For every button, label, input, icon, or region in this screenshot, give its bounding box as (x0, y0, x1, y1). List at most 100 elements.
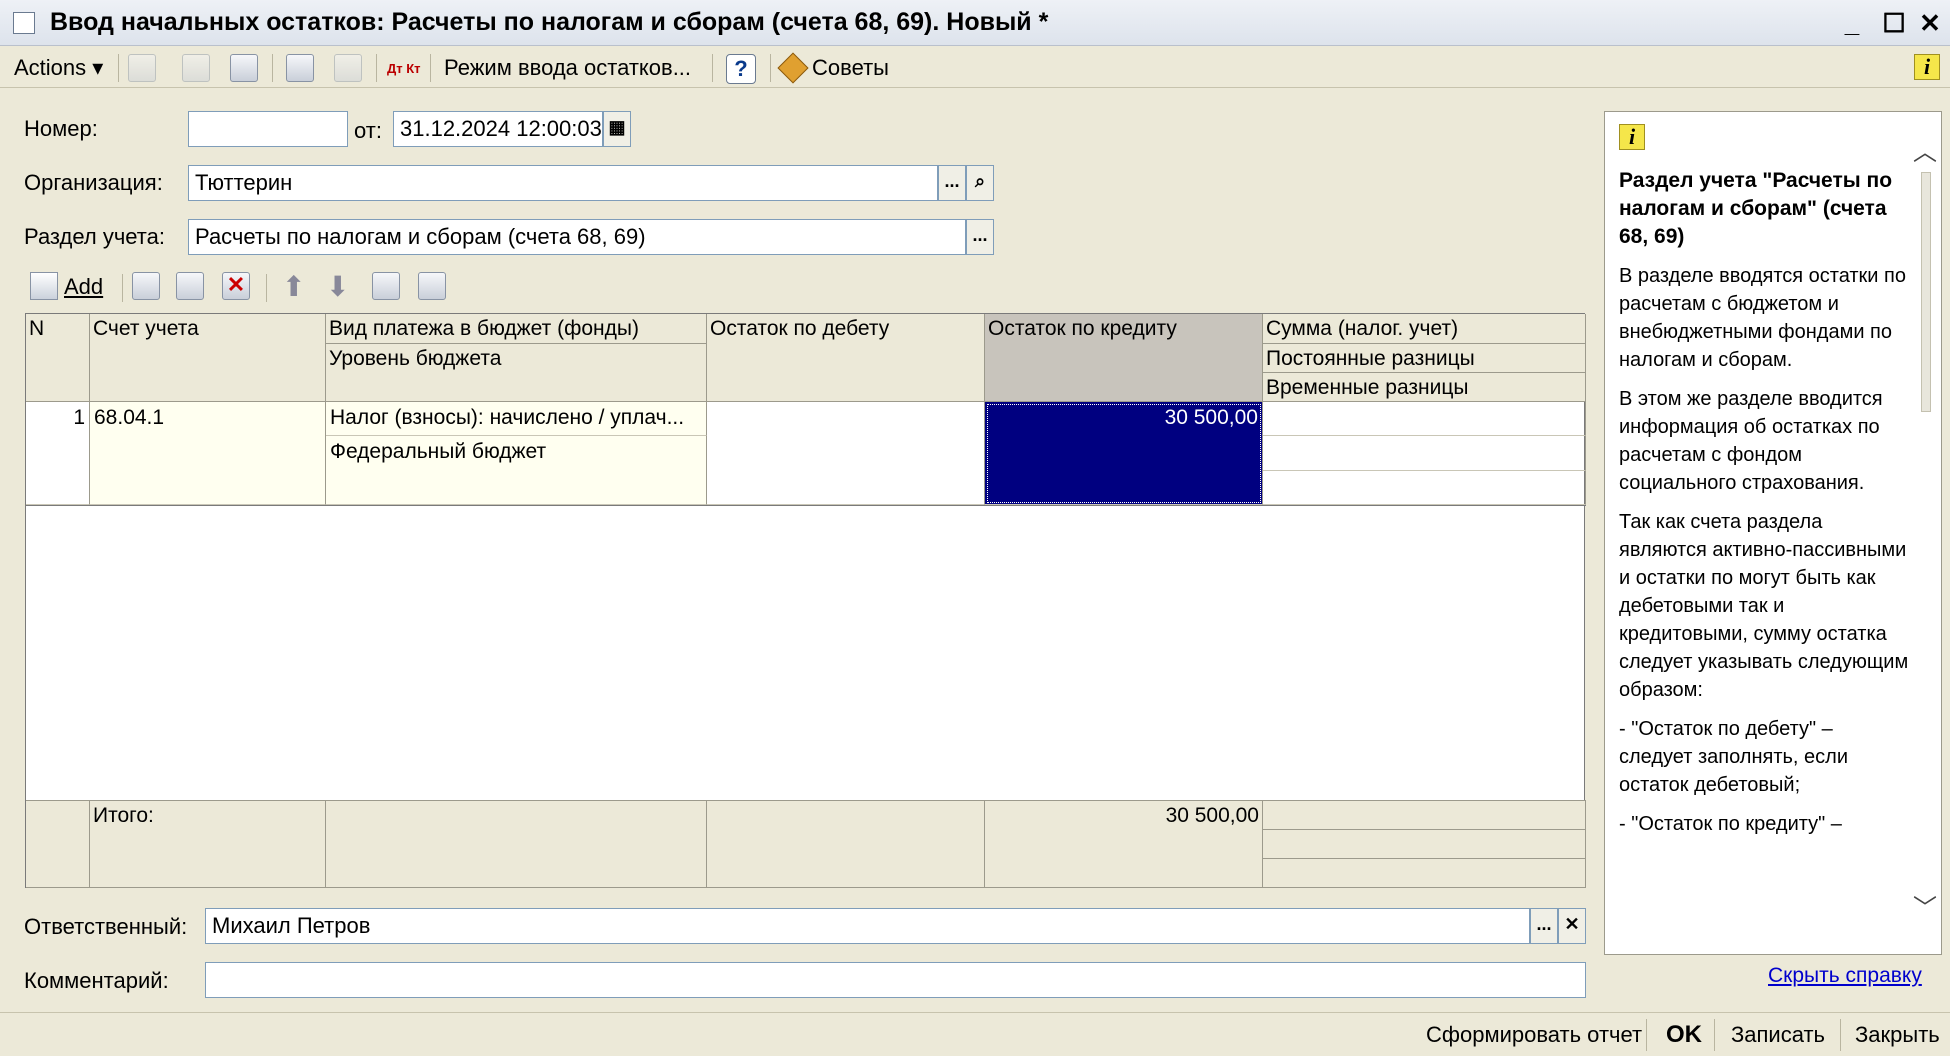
row-divider (26, 505, 1586, 506)
comment-label: Комментарий: (24, 968, 169, 993)
header-permanent-diff[interactable]: Постоянные разницы (1263, 344, 1586, 373)
totals-label: Итого: (90, 800, 326, 888)
sort-asc-icon[interactable] (372, 272, 400, 300)
move-up-icon[interactable]: ⬆ (282, 270, 305, 303)
responsible-label: Ответственный: (24, 914, 188, 939)
responsible-select-button[interactable]: ... (1530, 908, 1558, 944)
copy-icon[interactable] (230, 54, 258, 82)
header-payment-type[interactable]: Вид платежа в бюджет (фонды) (326, 314, 707, 344)
totals-debit (707, 800, 985, 888)
scroll-down-icon[interactable]: ﹀ (1911, 888, 1939, 922)
calendar-icon[interactable]: ▦ (603, 111, 631, 147)
post-icon[interactable] (286, 54, 314, 82)
help-title: Раздел учета "Расчеты по налогам и сбора… (1619, 169, 1893, 248)
main-toolbar: Actions ▾ Дт Кт Режим ввода остатков... … (0, 46, 1950, 88)
balances-table: N Счет учета Вид платежа в бюджет (фонды… (25, 313, 1586, 888)
number-input[interactable] (188, 111, 348, 147)
toolbar-separator (430, 54, 431, 82)
tips-button[interactable]: Советы (777, 52, 889, 84)
date-label: от: (354, 118, 382, 143)
section-select-button[interactable]: ... (966, 219, 994, 255)
organization-select-button[interactable]: ... (938, 165, 966, 201)
help-paragraph: В этом же разделе вводится информация об… (1619, 388, 1883, 494)
help-icon[interactable]: ? (726, 54, 756, 84)
totals-sum-tax (1263, 800, 1586, 830)
toolbar-separator (118, 54, 119, 82)
actions-menu-button[interactable]: Actions ▾ (14, 52, 103, 84)
add-row-icon[interactable] (30, 272, 58, 300)
dt-kt-icon[interactable]: Дт Кт (387, 52, 421, 84)
minimize-button[interactable]: _ (1834, 6, 1870, 40)
sort-desc-icon[interactable] (418, 272, 446, 300)
help-scrollbar-thumb[interactable] (1921, 172, 1931, 412)
help-panel: i Раздел учета "Расчеты по налогам и сбо… (1604, 111, 1942, 955)
row-payment-type[interactable]: Налог (взносы): начислено / уплач... (326, 402, 707, 436)
totals-permanent-diff (1263, 830, 1586, 859)
row-debit[interactable] (707, 402, 985, 505)
row-n[interactable]: 1 (26, 402, 90, 505)
refresh-icon[interactable] (182, 54, 210, 82)
organization-input[interactable]: Тюттерин (188, 165, 938, 201)
bottom-button-bar: Сформировать отчет OK Записать Закрыть (0, 1012, 1950, 1056)
toolbar-separator (1714, 1019, 1715, 1051)
toolbar-separator (1840, 1019, 1841, 1051)
move-down-icon[interactable]: ⬇ (326, 270, 349, 303)
section-input[interactable]: Расчеты по налогам и сборам (счета 68, 6… (188, 219, 966, 255)
delete-row-icon[interactable]: ✕ (222, 272, 250, 300)
header-budget-level[interactable]: Уровень бюджета (326, 344, 707, 402)
header-account[interactable]: Счет учета (90, 314, 326, 402)
totals-n (26, 800, 90, 888)
row-credit-selected[interactable]: 30 500,00 (985, 402, 1263, 505)
unpost-icon[interactable] (334, 54, 362, 82)
toolbar-separator (272, 54, 273, 82)
responsible-input[interactable]: Михаил Петров (205, 908, 1530, 944)
row-budget-level[interactable]: Федеральный бюджет (326, 436, 707, 505)
totals-credit: 30 500,00 (985, 800, 1263, 888)
toolbar-separator (266, 274, 267, 302)
header-temporary-diff[interactable]: Временные разницы (1263, 373, 1586, 402)
window-title: Ввод начальных остатков: Расчеты по нало… (50, 8, 1049, 36)
toolbar-separator (122, 274, 123, 302)
tips-icon (777, 52, 809, 84)
responsible-clear-icon[interactable]: ✕ (1558, 908, 1586, 944)
help-paragraph: - "Остаток по дебету" – следует заполнят… (1619, 718, 1848, 796)
header-sum-tax[interactable]: Сумма (налог. учет) (1263, 314, 1586, 344)
document-icon (13, 12, 35, 34)
organization-search-icon[interactable]: ⌕ (966, 165, 994, 201)
header-debit[interactable]: Остаток по дебету (707, 314, 985, 402)
help-text: Раздел учета "Расчеты по налогам и сбора… (1619, 167, 1911, 849)
comment-input[interactable] (205, 962, 1586, 998)
edit-row-icon[interactable] (176, 272, 204, 300)
add-row-button[interactable]: Add (64, 274, 103, 300)
hide-help-link[interactable]: Скрыть справку (1768, 964, 1922, 988)
organization-label: Организация: (24, 170, 163, 195)
header-n[interactable]: N (26, 314, 90, 402)
row-permanent-diff[interactable] (1263, 436, 1586, 471)
info-toggle-icon[interactable]: i (1914, 54, 1940, 80)
scroll-up-icon[interactable]: ︿ (1911, 132, 1939, 166)
maximize-button[interactable]: ☐ (1876, 6, 1912, 40)
date-input[interactable]: 31.12.2024 12:00:03 (393, 111, 603, 147)
toolbar-separator (712, 54, 713, 82)
generate-report-button[interactable]: Сформировать отчет (1426, 1013, 1642, 1056)
close-button[interactable]: Закрыть (1855, 1013, 1940, 1056)
window-titlebar: Ввод начальных остатков: Расчеты по нало… (0, 0, 1950, 46)
ok-button[interactable]: OK (1666, 1013, 1702, 1056)
row-account[interactable]: 68.04.1 (90, 402, 326, 505)
row-temporary-diff[interactable] (1263, 471, 1586, 505)
help-paragraph: В разделе вводятся остатки по расчетам с… (1619, 265, 1906, 371)
totals-temporary-diff (1263, 859, 1586, 888)
row-sum-tax[interactable] (1263, 402, 1586, 436)
section-label: Раздел учета: (24, 224, 165, 249)
toolbar-separator (1646, 1019, 1647, 1051)
close-window-button[interactable]: ✕ (1912, 6, 1948, 40)
header-credit[interactable]: Остаток по кредиту (985, 314, 1263, 402)
save-button[interactable]: Записать (1731, 1013, 1825, 1056)
help-paragraph: Так как счета раздела являются активно-п… (1619, 511, 1909, 701)
mode-input-button[interactable]: Режим ввода остатков... (444, 52, 691, 84)
number-label: Номер: (24, 116, 98, 141)
totals-payment-type (326, 800, 707, 888)
copy-row-icon[interactable] (132, 272, 160, 300)
toolbar-separator (376, 54, 377, 82)
back-icon[interactable] (128, 54, 156, 82)
